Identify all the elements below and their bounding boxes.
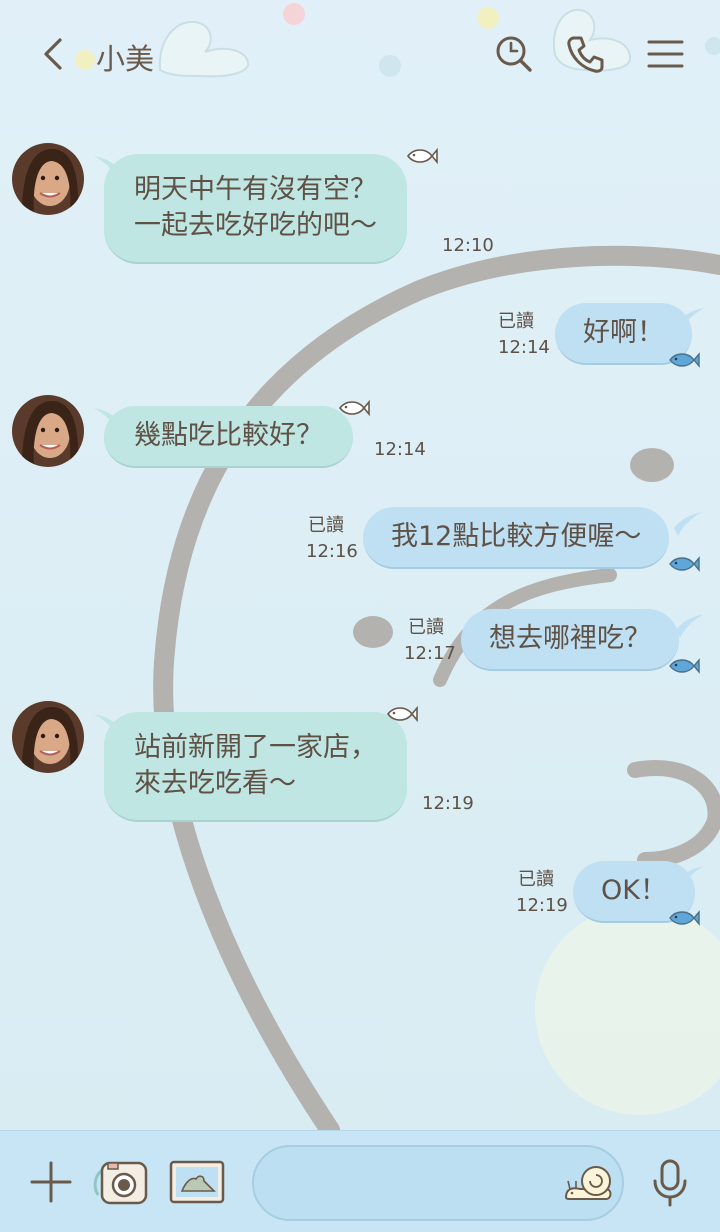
message-time: 12:16 <box>306 541 358 562</box>
chat-header: 小美 <box>0 0 720 110</box>
bubble-tail <box>676 308 704 332</box>
bubble-tail <box>676 866 704 890</box>
microphone-icon[interactable] <box>650 1159 690 1207</box>
image-icon[interactable] <box>168 1157 226 1207</box>
message-time: 12:14 <box>498 337 550 358</box>
menu-icon[interactable] <box>642 30 690 78</box>
avatar-photo <box>12 395 84 467</box>
fish-icon <box>406 147 438 165</box>
message-bubble[interactable]: 幾點吃比較好？ <box>104 406 353 468</box>
chat-title: 小美 <box>96 42 155 76</box>
chevron-left-icon[interactable] <box>30 30 78 78</box>
search-icon[interactable] <box>490 30 538 78</box>
phone-icon[interactable] <box>562 30 610 78</box>
message-bubble[interactable]: 我12點比較方便喔～ <box>363 507 670 569</box>
fish-icon <box>669 556 700 572</box>
message-time: 12:14 <box>374 439 426 460</box>
read-receipt: 已讀 <box>308 515 344 536</box>
bubble-tail <box>676 614 704 638</box>
message-time: 12:10 <box>442 235 494 256</box>
read-receipt: 已讀 <box>498 311 534 332</box>
snail-sticker-icon[interactable] <box>562 1159 614 1205</box>
read-receipt: 已讀 <box>408 617 444 638</box>
message-bubble[interactable]: 站前新開了一家店， 來去吃吃看～ <box>104 712 407 822</box>
avatar[interactable] <box>12 143 84 215</box>
camera-icon[interactable] <box>92 1155 152 1209</box>
message-time: 12:19 <box>516 895 568 916</box>
message-time: 12:17 <box>404 643 456 664</box>
avatar[interactable] <box>12 395 84 467</box>
fish-icon <box>669 910 700 926</box>
fish-icon <box>386 705 418 723</box>
fish-icon <box>669 352 700 368</box>
message-bubble[interactable]: 想去哪裡吃？ <box>461 609 679 671</box>
avatar-photo <box>12 143 84 215</box>
avatar-photo <box>12 701 84 773</box>
bubble-tail <box>674 512 702 536</box>
fish-icon <box>338 399 370 417</box>
message-bubble[interactable]: 明天中午有沒有空？ 一起去吃好吃的吧～ <box>104 154 407 264</box>
plus-icon[interactable] <box>28 1159 74 1205</box>
avatar[interactable] <box>12 701 84 773</box>
message-composer <box>0 1130 720 1232</box>
fish-icon <box>669 658 700 674</box>
message-time: 12:19 <box>422 793 474 814</box>
read-receipt: 已讀 <box>518 869 554 890</box>
